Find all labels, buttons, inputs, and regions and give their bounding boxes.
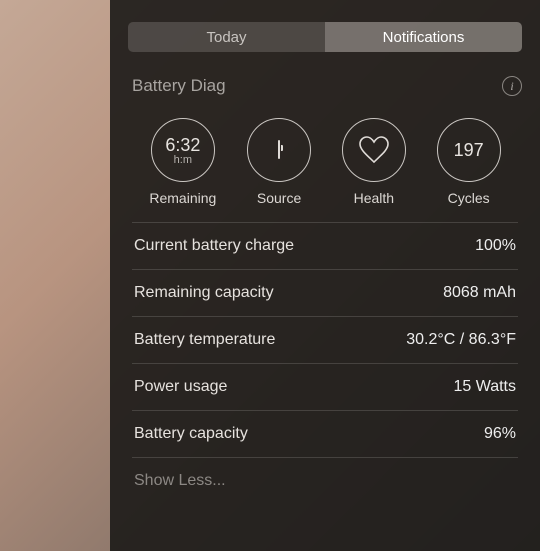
power-usage-label: Power usage bbox=[134, 378, 227, 396]
circle-source: Source bbox=[247, 118, 311, 206]
notification-center-panel: Today Notifications Battery Diag i 6:32 … bbox=[110, 0, 540, 551]
remaining-time-value: 6:32 bbox=[165, 135, 200, 156]
status-circles: 6:32 h:m Remaining Source Health 197 Cyc… bbox=[110, 106, 540, 222]
widget-title: Battery Diag bbox=[132, 76, 226, 96]
capacity-label: Battery capacity bbox=[134, 425, 248, 443]
temperature-value: 30.2°C / 86.3°F bbox=[406, 331, 516, 349]
remaining-label: Remaining bbox=[149, 190, 216, 206]
detail-rows: Current battery charge 100% Remaining ca… bbox=[110, 222, 540, 504]
heart-icon bbox=[358, 136, 390, 164]
remaining-capacity-value: 8068 mAh bbox=[443, 284, 516, 302]
health-circle bbox=[342, 118, 406, 182]
health-label: Health bbox=[354, 190, 394, 206]
battery-icon bbox=[278, 141, 280, 159]
circle-remaining: 6:32 h:m Remaining bbox=[149, 118, 216, 206]
remaining-time-circle: 6:32 h:m bbox=[151, 118, 215, 182]
show-less-button[interactable]: Show Less... bbox=[132, 457, 518, 504]
circle-health: Health bbox=[342, 118, 406, 206]
circle-cycles: 197 Cycles bbox=[437, 118, 501, 206]
source-circle bbox=[247, 118, 311, 182]
charge-label: Current battery charge bbox=[134, 237, 294, 255]
source-label: Source bbox=[257, 190, 301, 206]
power-usage-value: 15 Watts bbox=[453, 378, 516, 396]
info-icon[interactable]: i bbox=[502, 76, 522, 96]
row-remaining-capacity: Remaining capacity 8068 mAh bbox=[132, 269, 518, 316]
row-capacity: Battery capacity 96% bbox=[132, 410, 518, 457]
tab-notifications[interactable]: Notifications bbox=[325, 22, 522, 52]
remaining-time-unit: h:m bbox=[174, 154, 192, 166]
tab-bar: Today Notifications bbox=[128, 22, 522, 52]
tab-today[interactable]: Today bbox=[128, 22, 325, 52]
temperature-label: Battery temperature bbox=[134, 331, 275, 349]
row-power-usage: Power usage 15 Watts bbox=[132, 363, 518, 410]
cycles-value: 197 bbox=[454, 140, 484, 161]
row-charge: Current battery charge 100% bbox=[132, 222, 518, 269]
capacity-value: 96% bbox=[484, 425, 516, 443]
cycles-circle: 197 bbox=[437, 118, 501, 182]
row-temperature: Battery temperature 30.2°C / 86.3°F bbox=[132, 316, 518, 363]
remaining-capacity-label: Remaining capacity bbox=[134, 284, 274, 302]
widget-header: Battery Diag i bbox=[110, 70, 540, 106]
charge-value: 100% bbox=[475, 237, 516, 255]
cycles-label: Cycles bbox=[448, 190, 490, 206]
